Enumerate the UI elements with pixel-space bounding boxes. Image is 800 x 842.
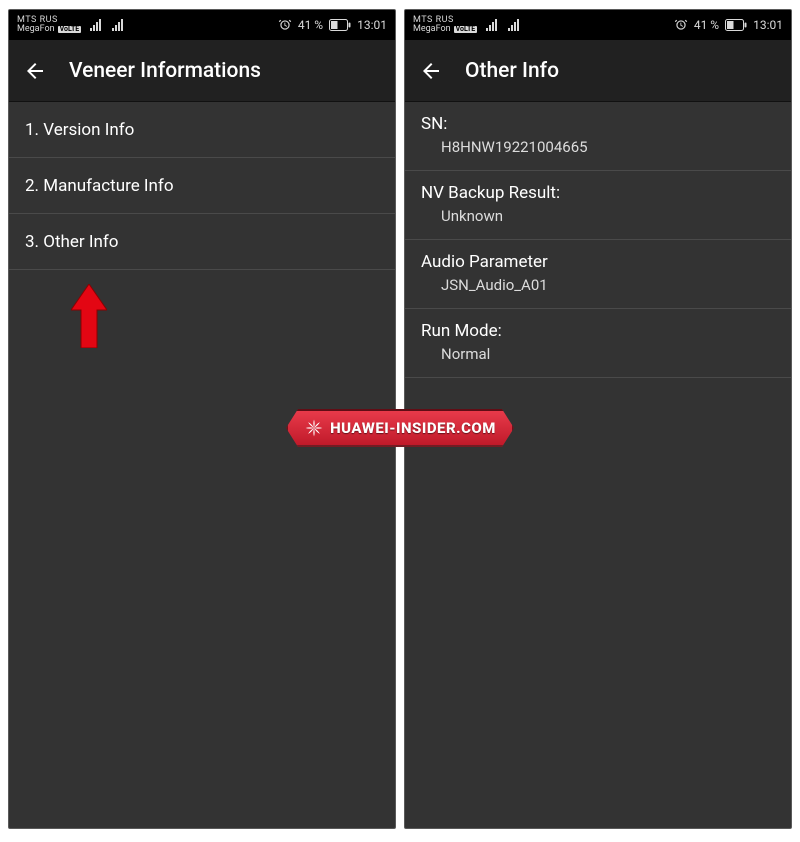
annotation-arrow-icon [71,284,107,348]
menu-item-label: 2. Manufacture Info [25,176,174,196]
info-label: SN: [421,114,775,134]
signal-icon [89,19,103,31]
signal-icon-2 [111,19,125,31]
info-label: Audio Parameter [421,252,775,272]
signal-icon-2 [507,19,521,31]
menu-item-label: 1. Version Info [25,120,134,140]
info-item-audio-parameter: Audio Parameter JSN_Audio_A01 [405,240,791,309]
huawei-logo-icon [304,418,324,438]
alarm-icon [674,18,688,32]
battery-icon [725,19,747,31]
signal-icon [485,19,499,31]
app-header: Other Info [405,40,791,102]
menu-item-manufacture-info[interactable]: 2. Manufacture Info [9,158,395,214]
clock-time: 13:01 [753,18,783,32]
carrier-secondary: MegaFon [413,25,451,34]
watermark-text: HUAWEI-INSIDER.COM [330,419,496,437]
info-value: H8HNW19221004665 [421,138,775,156]
watermark-badge: HUAWEI-INSIDER.COM [286,409,514,447]
volte-badge: VoLTE [58,26,82,33]
info-item-nv-backup: NV Backup Result: Unknown [405,171,791,240]
info-value: JSN_Audio_A01 [421,276,775,294]
alarm-icon [278,18,292,32]
battery-percent: 41 % [694,18,719,32]
status-bar: MTS RUS MegaFon VoLTE 41 % 13:01 [9,10,395,40]
clock-time: 13:01 [357,18,387,32]
back-icon[interactable] [419,59,443,83]
menu-item-other-info[interactable]: 3. Other Info [9,214,395,270]
page-title: Other Info [465,59,559,83]
app-header: Veneer Informations [9,40,395,102]
info-item-sn: SN: H8HNW19221004665 [405,102,791,171]
menu-item-label: 3. Other Info [25,232,118,252]
status-bar: MTS RUS MegaFon VoLTE 41 % 13:01 [405,10,791,40]
battery-percent: 41 % [298,18,323,32]
volte-badge: VoLTE [454,26,478,33]
back-icon[interactable] [23,59,47,83]
info-value: Normal [421,345,775,363]
page-title: Veneer Informations [69,59,261,83]
info-label: Run Mode: [421,321,775,341]
carrier-secondary: MegaFon [17,25,55,34]
menu-item-version-info[interactable]: 1. Version Info [9,102,395,158]
info-item-run-mode: Run Mode: Normal [405,309,791,378]
info-label: NV Backup Result: [421,183,775,203]
battery-icon [329,19,351,31]
menu-list: 1. Version Info 2. Manufacture Info 3. O… [9,102,395,270]
info-value: Unknown [421,207,775,225]
info-list: SN: H8HNW19221004665 NV Backup Result: U… [405,102,791,378]
